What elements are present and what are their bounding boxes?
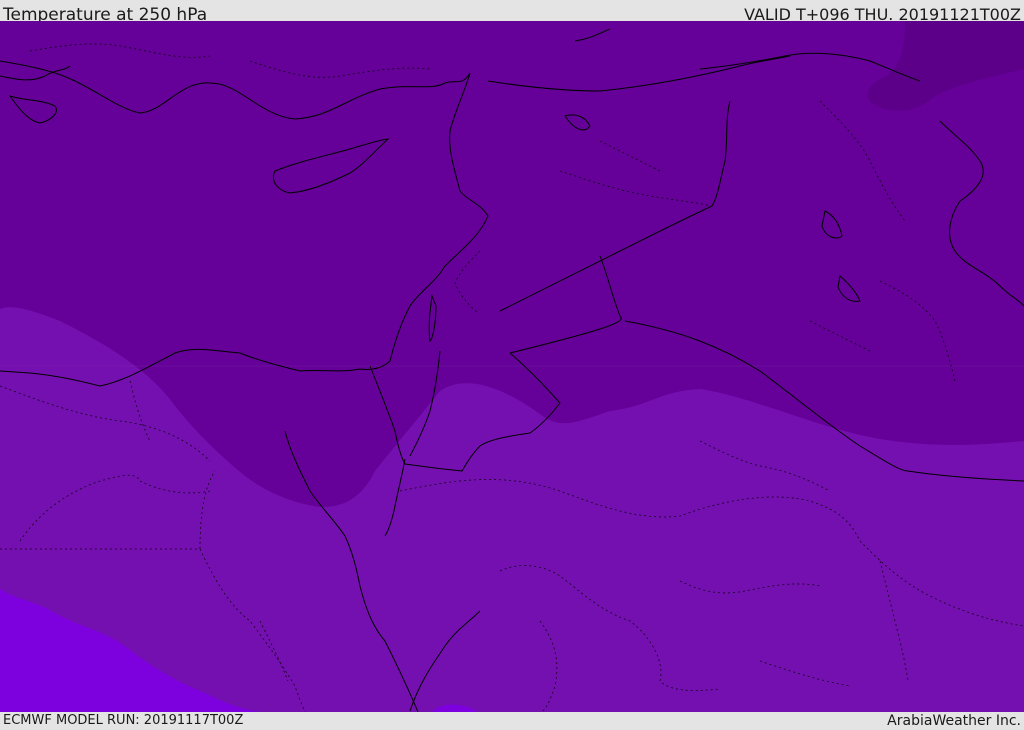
weather-map[interactable] xyxy=(0,21,1024,712)
credit-label: ArabiaWeather Inc. xyxy=(887,713,1021,729)
header-bar: Temperature at 250 hPa VALID T+096 THU. … xyxy=(0,0,1024,25)
model-run-label: ECMWF MODEL RUN: 20191117T00Z xyxy=(3,713,244,728)
map-canvas xyxy=(0,21,1024,712)
footer-bar: ECMWF MODEL RUN: 20191117T00Z ArabiaWeat… xyxy=(0,712,1024,729)
